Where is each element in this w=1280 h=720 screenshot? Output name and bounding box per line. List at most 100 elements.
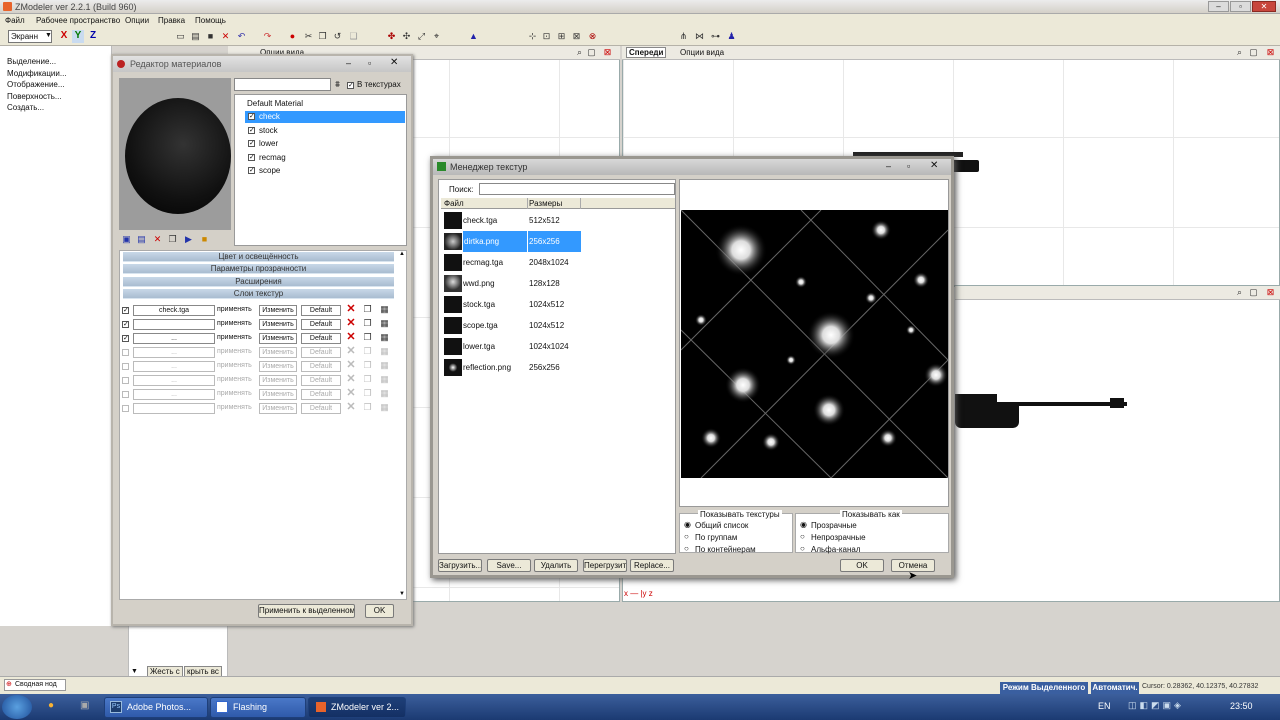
close-button[interactable]: ✕ xyxy=(930,160,938,171)
layer-copy-icon[interactable]: ❐ xyxy=(362,388,373,399)
radio-opaque[interactable]: ○ xyxy=(800,532,805,541)
layer-copy-icon[interactable]: ❐ xyxy=(362,318,373,329)
language-indicator[interactable]: EN xyxy=(1098,701,1111,711)
tray-icons[interactable]: ◫◧◩▣◈ xyxy=(1128,700,1184,711)
layer-texture-field[interactable]: ... xyxy=(133,333,215,344)
material-icon[interactable]: ▲ xyxy=(468,31,479,42)
layer-change-button[interactable]: Изменить xyxy=(259,361,297,372)
quicklaunch-icon-2[interactable]: ▣ xyxy=(80,700,89,711)
scroll-up-icon[interactable]: ▲ xyxy=(399,251,405,257)
viewport-close-icon[interactable]: ⊠ xyxy=(1265,47,1276,58)
layer-change-button[interactable]: Изменить xyxy=(259,347,297,358)
delete-texture-button[interactable]: Удалить xyxy=(534,559,578,572)
layer-enabled-checkbox[interactable] xyxy=(122,391,129,398)
paste-icon[interactable]: ❑ xyxy=(348,31,359,42)
menu-workspace[interactable]: Рабочее пространство xyxy=(36,14,120,28)
layer-mode-select[interactable]: Default xyxy=(301,333,341,344)
menu-file[interactable]: Файл xyxy=(5,14,25,28)
texture-file-row-selected[interactable]: dirtka.png 256x256 xyxy=(441,231,675,252)
texture-file-row[interactable]: lower.tga 1024x1024 xyxy=(441,336,675,357)
close-button[interactable]: ✕ xyxy=(1252,1,1276,12)
viewport-front-options[interactable]: Опции вида xyxy=(680,48,724,57)
layer-enabled-checkbox[interactable] xyxy=(122,349,129,356)
face-icon[interactable]: ⊞ xyxy=(556,31,567,42)
scroll-down-icon[interactable]: ▼ xyxy=(131,668,138,675)
texture-file-row[interactable]: recmag.tga 2048x1024 xyxy=(441,252,675,273)
left-panel-item-selection[interactable]: Выделение... xyxy=(7,57,56,66)
layer-settings-icon[interactable]: ▦ xyxy=(379,304,390,315)
layer-remove-icon[interactable]: ✕ xyxy=(345,346,357,358)
radio-alpha[interactable]: ○ xyxy=(800,544,805,553)
layer-settings-icon[interactable]: ▦ xyxy=(379,402,390,413)
layer-copy-icon[interactable]: ❐ xyxy=(362,346,373,357)
layer-texture-field[interactable]: ... xyxy=(133,389,215,400)
layer-copy-icon[interactable]: ❐ xyxy=(362,374,373,385)
tree-icon[interactable]: ⊶ xyxy=(710,31,721,42)
material-list-item[interactable]: scope xyxy=(259,166,280,175)
search-filter-icon[interactable]: ⩩ xyxy=(332,79,343,90)
material-checkbox[interactable]: ✓ xyxy=(248,127,255,134)
left-panel-item-display[interactable]: Отображение... xyxy=(7,80,65,89)
play-icon[interactable]: ▶ xyxy=(183,234,194,245)
layer-texture-field[interactable] xyxy=(133,319,215,330)
open-folder-icon[interactable]: ▤ xyxy=(190,31,201,42)
layer-mode-select[interactable]: Default xyxy=(301,375,341,386)
copy-icon[interactable]: ❐ xyxy=(317,31,328,42)
cut-icon[interactable]: ✂ xyxy=(303,31,314,42)
layer-enabled-checkbox[interactable] xyxy=(122,377,129,384)
in-textures-checkbox[interactable]: ✓ xyxy=(347,82,354,89)
layer-remove-icon[interactable]: ✕ xyxy=(345,318,357,330)
menu-options[interactable]: Опции xyxy=(125,14,149,28)
material-checkbox[interactable]: ✓ xyxy=(248,167,255,174)
radio-transparent[interactable]: ◉ xyxy=(800,520,807,529)
viewport-close-icon[interactable]: ⊠ xyxy=(1265,287,1276,298)
scale-icon[interactable]: ⤢ xyxy=(416,31,427,42)
rotate-icon[interactable]: ↺ xyxy=(332,31,343,42)
layer-enabled-checkbox[interactable]: ✓ xyxy=(122,307,129,314)
layer-texture-field[interactable] xyxy=(133,403,215,414)
material-checkbox[interactable]: ✓ xyxy=(248,113,255,120)
quicklaunch-icon[interactable]: ● xyxy=(48,700,54,711)
left-panel-item-create[interactable]: Создать... xyxy=(7,103,44,112)
edge-icon[interactable]: ⊡ xyxy=(541,31,552,42)
minimize-button[interactable]: – xyxy=(886,161,891,171)
people-icon[interactable]: ♟ xyxy=(726,31,737,42)
layer-change-button[interactable]: Изменить xyxy=(259,389,297,400)
layer-enabled-checkbox[interactable] xyxy=(122,363,129,370)
layer-remove-icon[interactable]: ✕ xyxy=(345,304,357,316)
new-material-icon[interactable]: ▣ xyxy=(121,234,132,245)
layer-texture-field[interactable]: ... xyxy=(133,361,215,372)
new-file-icon[interactable]: ▭ xyxy=(175,31,186,42)
save-texture-button[interactable]: Save... xyxy=(487,559,531,572)
section-texture-layers[interactable]: Слои текстур xyxy=(123,289,394,299)
copy-material-icon[interactable]: ▤ xyxy=(136,234,147,245)
layer-enabled-checkbox[interactable]: ✓ xyxy=(122,335,129,342)
color-icon[interactable]: ■ xyxy=(199,234,210,245)
pan-icon[interactable]: ▢ xyxy=(1248,47,1259,58)
material-list-item[interactable]: recmag xyxy=(259,153,286,162)
material-list-item[interactable]: check xyxy=(259,112,280,121)
status-auto[interactable]: Автоматич. xyxy=(1091,682,1139,694)
layer-enabled-checkbox[interactable]: ✓ xyxy=(122,321,129,328)
object-icon[interactable]: ⊠ xyxy=(571,31,582,42)
layer-settings-icon[interactable]: ▦ xyxy=(379,360,390,371)
zoom-icon[interactable]: ⌕ xyxy=(1234,47,1245,58)
layer-remove-icon[interactable]: ✕ xyxy=(345,402,357,414)
move-icon[interactable]: ✣ xyxy=(401,31,412,42)
section-color-lighting[interactable]: Цвет и освещённость xyxy=(123,252,394,262)
delete-icon[interactable]: ✕ xyxy=(220,31,231,42)
layer-settings-icon[interactable]: ▦ xyxy=(379,318,390,329)
texture-file-row[interactable]: wwd.png 128x128 xyxy=(441,273,675,294)
axis-z-button[interactable]: Z xyxy=(87,30,99,43)
radio-by-containers[interactable]: ○ xyxy=(684,544,689,553)
material-list-item[interactable]: lower xyxy=(259,139,278,148)
material-list-item[interactable]: stock xyxy=(259,126,278,135)
section-extensions[interactable]: Расширения xyxy=(123,277,394,287)
layer-copy-icon[interactable]: ❐ xyxy=(362,304,373,315)
pan-icon[interactable]: ▢ xyxy=(1248,287,1259,298)
layer-remove-icon[interactable]: ✕ xyxy=(345,360,357,372)
radio-general-list[interactable]: ◉ xyxy=(684,520,691,529)
layer-change-button[interactable]: Изменить xyxy=(259,319,297,330)
layer-change-button[interactable]: Изменить xyxy=(259,375,297,386)
viewport-close-icon[interactable]: ⊠ xyxy=(602,47,613,58)
